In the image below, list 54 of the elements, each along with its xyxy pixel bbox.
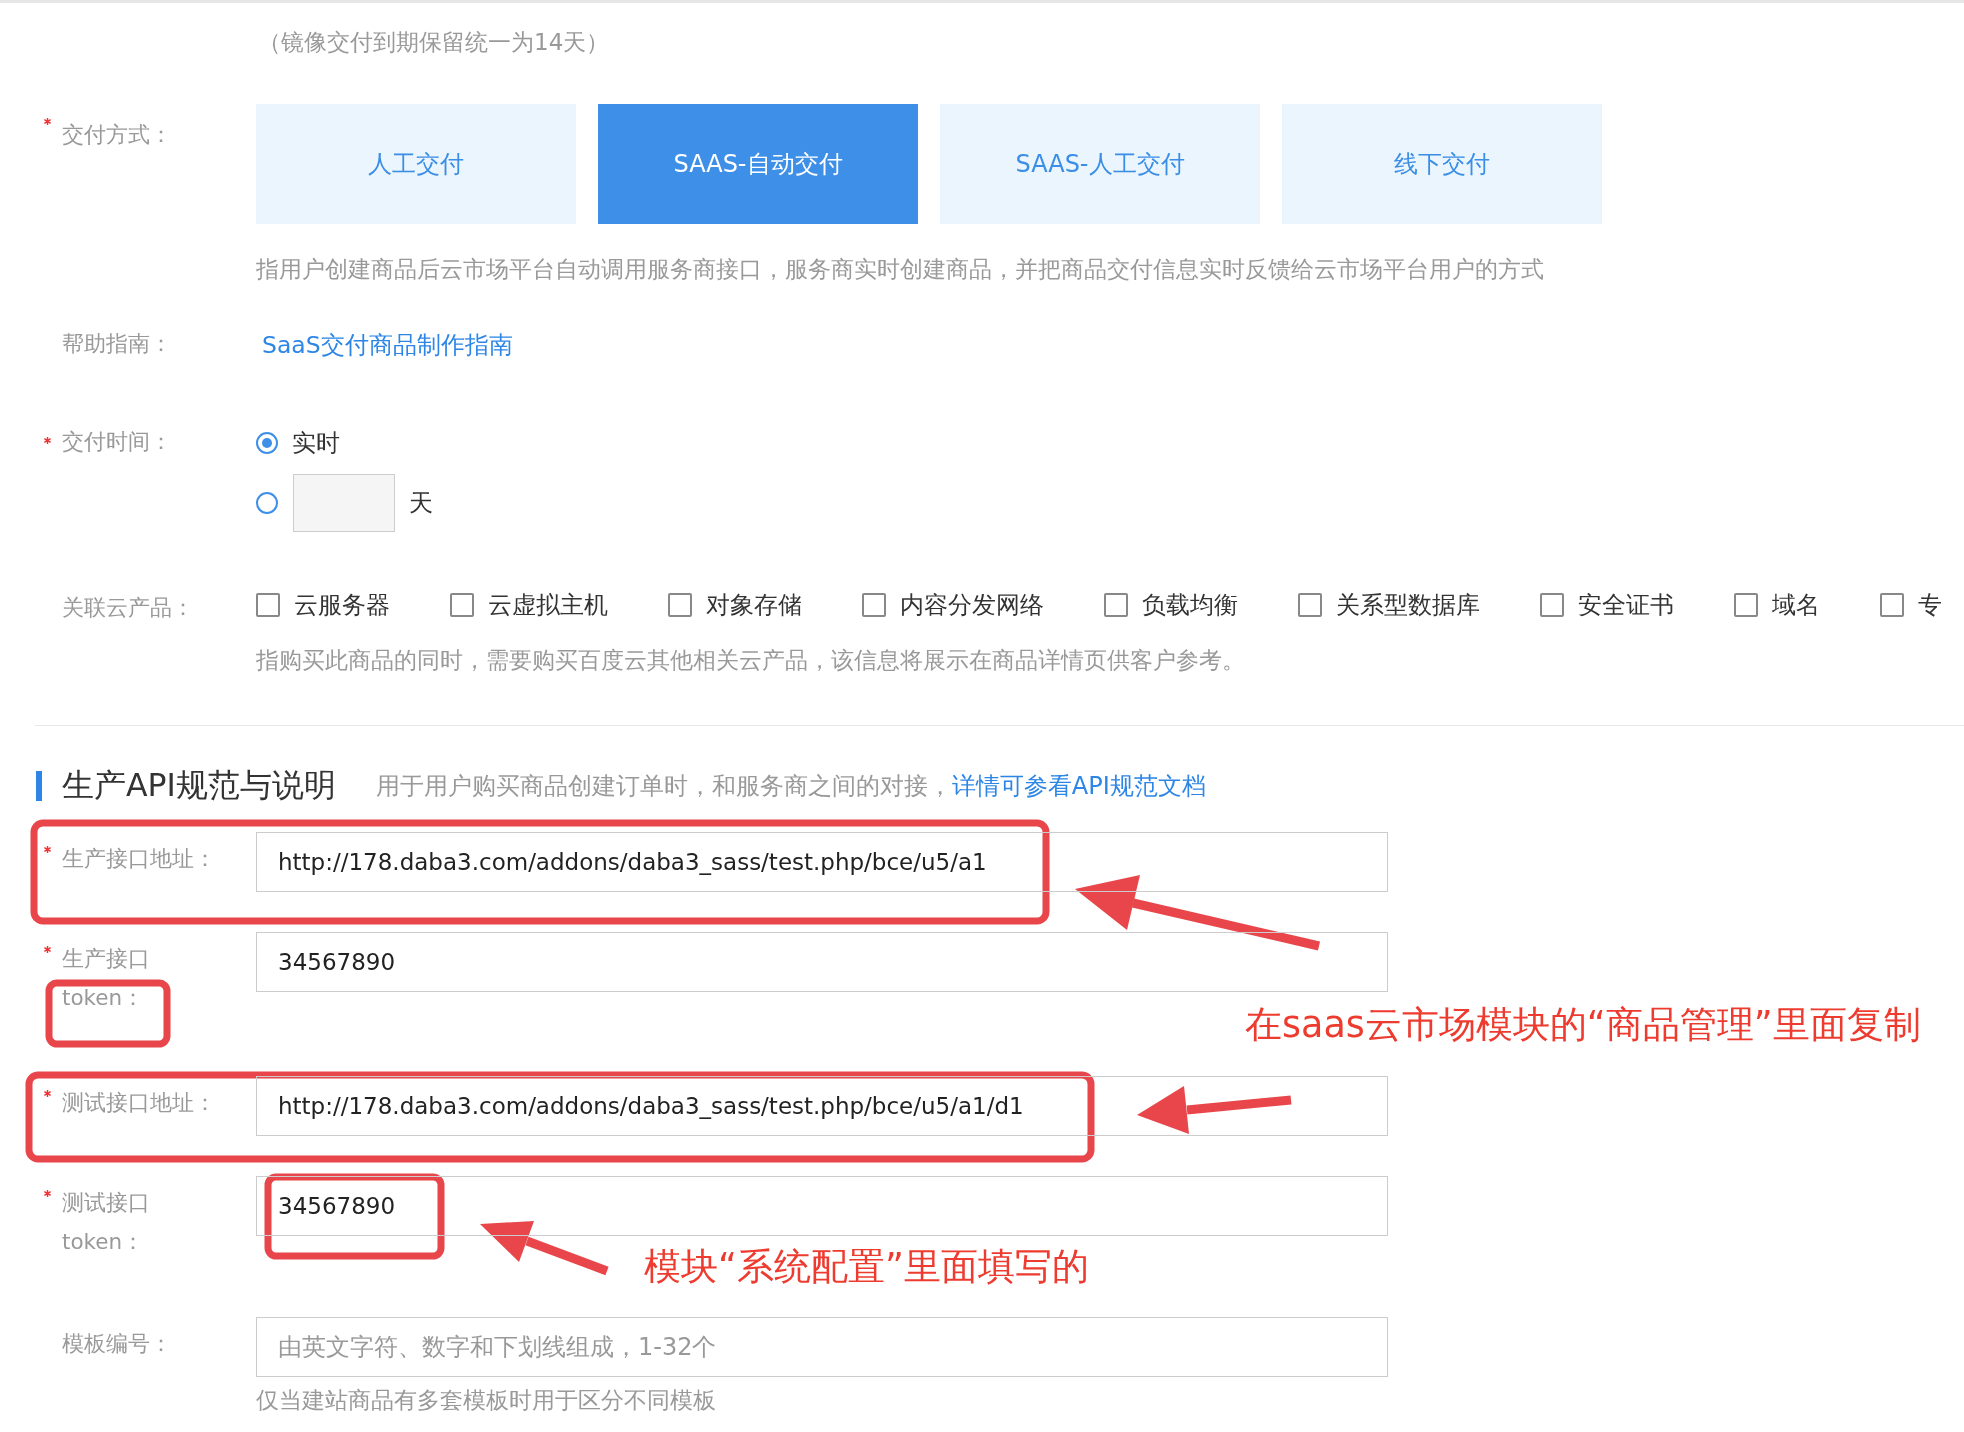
section-description: 用于用户购买商品创建订单时，和服务商之间的对接， (375, 771, 952, 802)
api-doc-link[interactable]: 详情可参看API规范文档 (951, 770, 1206, 802)
radio-label: 实时 (292, 428, 340, 459)
checkbox[interactable] (1298, 593, 1322, 617)
checkbox-label: 云虚拟主机 (488, 590, 608, 621)
field-label: token： (62, 1228, 146, 1256)
field-label: 生产接口地址： (62, 845, 217, 873)
days-input[interactable] (293, 474, 395, 532)
delivery-option[interactable]: SAAS-人工交付 (940, 104, 1260, 224)
checkbox[interactable] (668, 593, 692, 617)
section-title: 生产API规范与说明 (62, 766, 336, 805)
unit-label: 天 (409, 488, 433, 519)
checkbox-label: 安全证书 (1578, 590, 1674, 621)
checkbox-label: 关系型数据库 (1336, 590, 1480, 621)
section-accent-bar (36, 771, 42, 801)
annotation-text: 模块“系统配置”里面填写的 (644, 1244, 1089, 1290)
checkbox[interactable] (256, 593, 280, 617)
text-field[interactable]: http://178.daba3.com/addons/daba3_sass/test.php/bce/u5/a1/d1 (256, 1076, 1388, 1136)
checkbox-label: 内容分发网络 (900, 590, 1044, 621)
text-field[interactable]: http://178.daba3.com/addons/daba3_sass/test.php/bce/u5/a1 (256, 832, 1388, 892)
method-description: 指用户创建商品后云市场平台自动调用服务商接口，服务商实时创建商品，并把商品交付信息实时反馈给云市场平台用户的方式 (256, 255, 1545, 284)
checkbox-label: 云服务器 (294, 590, 390, 621)
checkbox-label: 域名 (1772, 590, 1820, 621)
radio-button[interactable] (256, 432, 278, 454)
field-label: 测试接口地址： (62, 1089, 217, 1117)
checkbox[interactable] (1540, 593, 1564, 617)
delivery-note: （镜像交付到期保留统一为14天） (258, 28, 611, 57)
text-field[interactable]: 由英文字符、数字和下划线组成，1-32个 (256, 1317, 1388, 1377)
checkbox[interactable] (1734, 593, 1758, 617)
checkbox[interactable] (862, 593, 886, 617)
field-label: 关联云产品： (62, 595, 194, 620)
field-label: 帮助指南： (62, 331, 172, 356)
field-hint: 仅当建站商品有多套模板时用于区分不同模板 (256, 1386, 717, 1415)
annotation-text: 在saas云市场模块的“商品管理”里面复制 (1245, 1002, 1921, 1048)
field-label: 模板编号： (62, 1330, 173, 1358)
radio-button[interactable] (256, 492, 278, 514)
delivery-option[interactable]: 线下交付 (1282, 104, 1602, 224)
field-label: 生产接口 (62, 945, 151, 973)
checkbox-label: 负载均衡 (1142, 590, 1238, 621)
delivery-option[interactable]: SAAS-自动交付 (598, 104, 918, 224)
checkbox[interactable] (1880, 593, 1904, 617)
checkbox-label: 对象存储 (706, 590, 802, 621)
checkbox-label: 专 (1918, 590, 1942, 621)
field-label: 交付方式： (62, 122, 172, 147)
field-label: 测试接口 (62, 1189, 151, 1217)
field-label: token： (62, 984, 146, 1012)
delivery-option[interactable]: 人工交付 (256, 104, 576, 224)
text-field[interactable]: 34567890 (256, 1176, 1388, 1236)
checkbox[interactable] (1104, 593, 1128, 617)
checkbox[interactable] (450, 593, 474, 617)
field-label: 交付时间： (62, 429, 172, 454)
products-hint: 指购买此商品的同时，需要购买百度云其他相关云产品，该信息将展示在商品详情页供客户参考。 (256, 646, 1246, 675)
text-field[interactable]: 34567890 (256, 932, 1388, 992)
guide-link[interactable]: SaaS交付商品制作指南 (262, 331, 513, 359)
